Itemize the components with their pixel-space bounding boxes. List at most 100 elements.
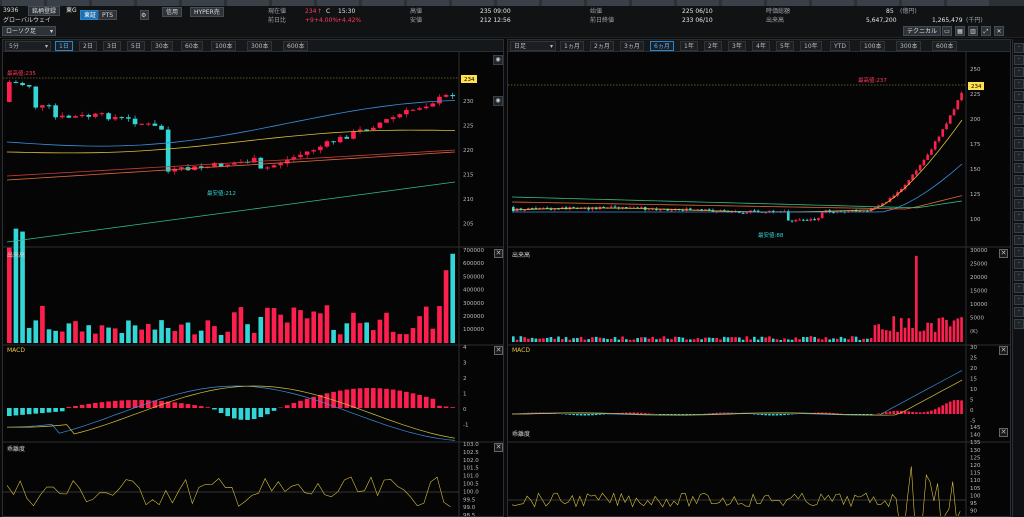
price-time: 15:30 (338, 8, 356, 15)
eraser-icon[interactable]: · (1014, 103, 1024, 113)
candle-body (956, 100, 960, 110)
daily-chart-canvas[interactable]: 2502252001751501251003000025000200001500… (508, 52, 1010, 516)
window-icon[interactable]: ▭ (942, 26, 952, 36)
volume-bar (741, 339, 745, 342)
tab-period-3[interactable]: 5日 (127, 41, 145, 51)
macd-histogram-bar (337, 390, 343, 408)
close-deviation-icon[interactable]: ✕ (999, 428, 1008, 437)
interval-select[interactable]: 日足 ▾ (510, 41, 556, 51)
volume-bar (587, 339, 590, 342)
technical-button[interactable]: テクニカル (903, 26, 942, 36)
tab-period-0[interactable]: 1ヵ月 (560, 41, 584, 51)
lock-icon[interactable]: · (1014, 199, 1024, 209)
tab-period-6[interactable]: 100本 (211, 41, 237, 51)
macd-histogram-bar (768, 414, 771, 416)
volume-bar (824, 337, 828, 342)
hyper-sell-button[interactable]: HYPER売 (190, 7, 224, 17)
tab-period-4[interactable]: 1年 (680, 41, 698, 51)
tab-period-3[interactable]: 6ヵ月 (650, 41, 674, 51)
bell-icon[interactable]: · (1014, 307, 1024, 317)
register-brand-button[interactable]: 銘柄登録 (28, 6, 61, 16)
volume-bar (903, 327, 907, 342)
tab-period-8[interactable]: 5年 (776, 41, 794, 51)
close-volume-icon[interactable]: ✕ (494, 249, 503, 258)
camera-icon[interactable]: ◉ (493, 96, 503, 106)
tab-period-0[interactable]: 1日 (55, 41, 73, 51)
magnet-icon[interactable]: · (1014, 163, 1024, 173)
tab-period-2[interactable]: 3ヵ月 (620, 41, 644, 51)
tab-period-1[interactable]: 2ヵ月 (590, 41, 614, 51)
volume-bar (225, 331, 231, 343)
volume-bar (768, 336, 771, 342)
eye-icon[interactable]: · (1014, 211, 1024, 221)
candle-body (798, 219, 801, 221)
interval-select[interactable]: 5分 ▾ (5, 41, 51, 51)
tab-period-5[interactable]: 60本 (181, 41, 203, 51)
macd-axis-label: 5 (970, 398, 974, 404)
volume-bar (813, 336, 816, 342)
volume-bar (858, 339, 862, 342)
bookmark-icon[interactable]: · (1014, 283, 1024, 293)
tab-period-2[interactable]: 3日 (103, 41, 121, 51)
ruler-icon[interactable]: · (1014, 43, 1024, 53)
target-icon[interactable]: · (1014, 175, 1024, 185)
macd-histogram-bar (572, 414, 575, 416)
minus-icon[interactable]: · (1014, 259, 1024, 269)
layers-icon[interactable]: · (1014, 187, 1024, 197)
plus-icon[interactable]: · (1014, 247, 1024, 257)
close-volume-icon[interactable]: ✕ (999, 249, 1008, 258)
tab-period-12[interactable]: 300本 (896, 41, 922, 51)
zoom-out-icon[interactable]: · (1014, 127, 1024, 137)
pen-icon[interactable]: · (1014, 79, 1024, 89)
expand-icon[interactable]: ⤢ (981, 26, 991, 36)
line-icon[interactable]: · (1014, 55, 1024, 65)
layout-icon[interactable]: ▥ (968, 26, 978, 36)
tab-period-6[interactable]: 3年 (728, 41, 746, 51)
settings-icon[interactable]: · (1014, 235, 1024, 245)
tab-period-7[interactable]: 300本 (247, 41, 273, 51)
volume-bar (198, 330, 204, 343)
tab-period-10[interactable]: YTD (830, 41, 850, 51)
cursor-icon[interactable]: · (1014, 67, 1024, 77)
tab-tse[interactable]: 東証 (80, 10, 101, 20)
volume-axis-label: 30000 (970, 248, 988, 254)
camera-icon[interactable]: · (1014, 223, 1024, 233)
candle-body (960, 92, 963, 101)
tab-period-4[interactable]: 30本 (151, 41, 173, 51)
credit-button[interactable]: 信用 (162, 7, 183, 17)
tab-period-9[interactable]: 10年 (800, 41, 822, 51)
zoom-in-icon[interactable]: · (1014, 115, 1024, 125)
close-deviation-icon[interactable]: ✕ (494, 443, 503, 452)
flag-icon[interactable]: · (1014, 295, 1024, 305)
settings-icon[interactable]: ⚙ (140, 10, 149, 20)
tab-period-5[interactable]: 2年 (704, 41, 722, 51)
candle-body (745, 212, 749, 214)
label-prev-close: 前日終値 (590, 17, 615, 24)
candle-body (384, 119, 389, 123)
grid-icon[interactable]: ▦ (955, 26, 965, 36)
trash-icon[interactable]: · (1014, 271, 1024, 281)
close-macd-icon[interactable]: ✕ (999, 346, 1008, 355)
tab-period-8[interactable]: 600本 (283, 41, 309, 51)
window-close-icon[interactable]: ✕ (994, 26, 1004, 36)
label-low: 安値 (410, 17, 423, 24)
chart-type-select[interactable]: ローソク足 ▾ (2, 26, 56, 36)
tab-pts[interactable]: PTS (98, 10, 118, 20)
macd-histogram-bar (271, 408, 277, 411)
info-icon[interactable]: · (1014, 319, 1024, 329)
price-axis-label: 100 (970, 217, 981, 223)
tab-period-7[interactable]: 4年 (752, 41, 770, 51)
reset-icon[interactable]: · (1014, 139, 1024, 149)
volume-bar (730, 337, 734, 342)
tab-period-1[interactable]: 2日 (79, 41, 97, 51)
candle-body (926, 154, 929, 160)
list-icon[interactable]: · (1014, 151, 1024, 161)
camera-icon[interactable]: ◉ (493, 55, 503, 65)
candle-body (370, 127, 376, 131)
intraday-chart-canvas[interactable]: 2302252202152102057000006000005000004000… (3, 52, 503, 516)
tab-period-13[interactable]: 600本 (932, 41, 958, 51)
close-macd-icon[interactable]: ✕ (494, 346, 503, 355)
tab-period-11[interactable]: 100本 (860, 41, 886, 51)
volume-bar (915, 255, 918, 342)
text-icon[interactable]: · (1014, 91, 1024, 101)
